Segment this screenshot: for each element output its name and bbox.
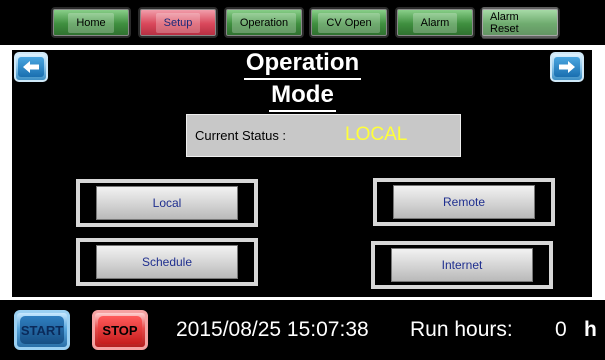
current-status-value: LOCAL xyxy=(345,124,408,145)
arrow-left-icon xyxy=(18,57,44,77)
mode-local-button[interactable]: Local xyxy=(96,186,238,220)
nav-cv-open-label: CV Open xyxy=(318,12,380,33)
arrow-right-icon xyxy=(554,57,580,77)
top-nav-bar: Home Setup Operation CV Open Alarm Alarm… xyxy=(0,0,605,45)
nav-home-button[interactable]: Home xyxy=(51,7,131,38)
nav-alarm-button[interactable]: Alarm xyxy=(395,7,475,38)
stop-button[interactable]: STOP xyxy=(92,310,148,350)
stop-label: STOP xyxy=(102,322,138,338)
start-button[interactable]: START xyxy=(14,310,70,350)
nav-alarm-reset-button[interactable]: Alarm Reset xyxy=(480,6,560,39)
mode-internet-frame: Internet xyxy=(371,241,553,289)
nav-alarm-reset-label: Alarm Reset xyxy=(482,6,558,39)
nav-alarm-label: Alarm xyxy=(412,12,458,33)
current-status-panel: Current Status : LOCAL xyxy=(186,114,461,157)
page-title-line2: Mode xyxy=(269,80,336,112)
nav-operation-button[interactable]: Operation xyxy=(224,7,304,38)
next-page-button[interactable] xyxy=(550,52,584,82)
mode-remote-button[interactable]: Remote xyxy=(393,185,535,219)
mode-internet-button[interactable]: Internet xyxy=(391,248,533,282)
mode-schedule-frame: Schedule xyxy=(76,238,258,286)
nav-cv-open-button[interactable]: CV Open xyxy=(309,7,389,38)
mode-schedule-button[interactable]: Schedule xyxy=(96,245,238,279)
nav-setup-button[interactable]: Setup xyxy=(138,7,218,38)
bottom-bar: START STOP 2015/08/25 15:07:38 Run hours… xyxy=(0,300,605,360)
run-hours-value: 0 xyxy=(555,318,567,341)
run-hours-label: Run hours: xyxy=(410,318,513,341)
mode-remote-frame: Remote xyxy=(373,178,555,226)
nav-home-label: Home xyxy=(68,12,114,33)
mode-local-frame: Local xyxy=(76,179,258,227)
page-title-line1: Operation xyxy=(243,48,362,80)
page-title: Operation Mode xyxy=(200,48,405,112)
run-hours-unit: h xyxy=(584,318,597,341)
nav-operation-label: Operation xyxy=(231,12,297,33)
nav-setup-label: Setup xyxy=(155,12,201,33)
datetime-display: 2015/08/25 15:07:38 xyxy=(176,318,369,341)
prev-page-button[interactable] xyxy=(14,52,48,82)
current-status-label: Current Status : xyxy=(195,128,287,143)
start-label: START xyxy=(20,322,64,338)
